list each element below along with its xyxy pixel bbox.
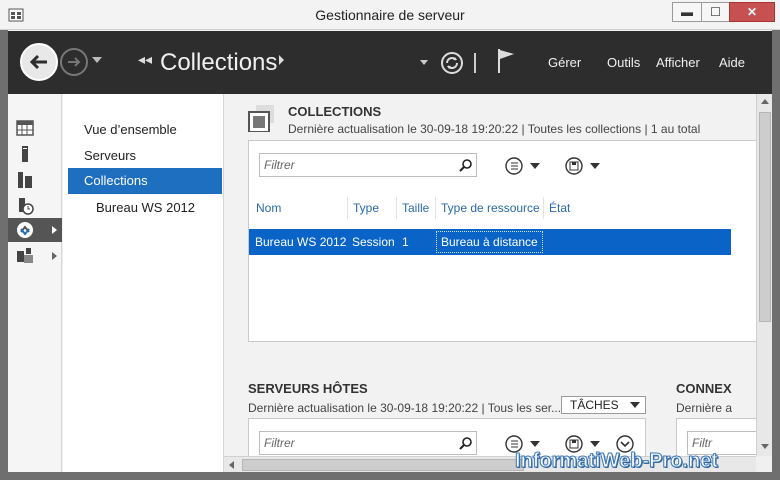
arrow-right-icon <box>68 57 81 67</box>
column-divider[interactable] <box>543 197 544 219</box>
collections-subtitle: Dernière actualisation le 30-09-18 19:20… <box>288 122 701 136</box>
menu-outils[interactable]: Outils <box>607 55 640 70</box>
column-divider[interactable] <box>396 197 397 219</box>
collections-title: COLLECTIONS <box>288 104 382 119</box>
column-header-nom[interactable]: Nom <box>256 201 281 215</box>
table-row[interactable]: Bureau WS 2012 Session 1 Bureau à distan… <box>249 229 731 255</box>
list-options-dropdown-icon[interactable] <box>530 441 540 447</box>
title-bar: Gestionnaire de serveur ▬ ☐ ✕ <box>0 0 780 30</box>
collections-panel: Filtrer Nom Type Taille Type de ressourc… <box>248 140 756 342</box>
column-header-taille[interactable]: Taille <box>402 201 429 215</box>
tasks-dropdown-icon <box>630 402 640 408</box>
collections-section-icon <box>248 105 274 132</box>
window-frame-bottom <box>0 472 780 480</box>
save-query-dropdown-icon[interactable] <box>590 163 600 169</box>
page-title: Collections <box>160 49 278 76</box>
save-query-icon[interactable] <box>565 157 583 175</box>
breadcrumb-next-icon[interactable] <box>279 55 284 65</box>
vertical-scrollbar[interactable] <box>756 94 772 456</box>
scroll-up-icon[interactable] <box>761 99 769 104</box>
refresh-icon[interactable] <box>440 51 464 75</box>
nav-panel: Vue d’ensemble Serveurs Collections Bure… <box>63 94 224 472</box>
connections-title: CONNEX <box>676 381 732 396</box>
expand-arrow-icon[interactable] <box>52 252 57 260</box>
breadcrumb-arrows[interactable]: ◂◂ <box>138 51 152 68</box>
rail-remote-desktop[interactable] <box>8 218 62 242</box>
rail-dashboard[interactable] <box>8 116 62 140</box>
back-button[interactable] <box>20 43 58 81</box>
dashboard-icon <box>16 120 34 136</box>
cell-taille: 1 <box>402 235 409 249</box>
tasks-label: TÂCHES <box>570 398 619 412</box>
menu-afficher[interactable]: Afficher <box>656 55 700 70</box>
nav-item-overview[interactable]: Vue d’ensemble <box>68 117 222 143</box>
column-divider[interactable] <box>435 197 436 219</box>
collections-filter-input[interactable]: Filtrer <box>259 153 477 177</box>
window-title: Gestionnaire de serveur <box>315 7 465 23</box>
watermark: InformatiWeb-Pro.net <box>515 450 719 473</box>
cell-type-ressource: Bureau à distance <box>436 231 543 253</box>
rail-storage-services[interactable] <box>8 244 62 268</box>
scroll-down-icon[interactable] <box>761 444 769 449</box>
nav-item-servers[interactable]: Serveurs <box>68 143 222 169</box>
left-rail <box>8 94 62 472</box>
forward-button[interactable] <box>60 48 88 76</box>
column-header-type-ressource[interactable]: Type de ressource <box>441 201 540 215</box>
tasks-button[interactable]: TÂCHES <box>561 396 646 414</box>
nav-item-collections[interactable]: Collections <box>68 168 222 194</box>
search-icon[interactable] <box>459 436 473 450</box>
nav-item-collection-bureau[interactable]: Bureau WS 2012 <box>68 195 222 221</box>
minimize-button[interactable]: ▬ <box>672 2 702 22</box>
list-options-icon[interactable] <box>505 157 523 175</box>
vertical-scroll-thumb[interactable] <box>759 112 771 322</box>
column-header-type[interactable]: Type <box>353 201 379 215</box>
remote-desktop-icon <box>17 222 33 238</box>
arrow-left-icon <box>29 54 47 70</box>
search-icon[interactable] <box>459 158 473 172</box>
connections-subtitle: Dernière a <box>676 401 733 415</box>
header-dropdown-icon[interactable] <box>420 60 428 65</box>
header-separator <box>474 53 476 73</box>
servers-icon <box>18 172 32 188</box>
history-dropdown-icon[interactable] <box>92 57 102 63</box>
cell-nom: Bureau WS 2012 <box>255 235 347 249</box>
column-header-etat[interactable]: État <box>549 201 570 215</box>
column-divider[interactable] <box>347 197 348 219</box>
maximize-button[interactable]: ☐ <box>701 2 730 22</box>
window-frame-left <box>0 30 8 480</box>
window-frame-right <box>772 30 780 480</box>
save-query-dropdown-icon[interactable] <box>590 441 600 447</box>
cell-type: Session <box>352 235 395 249</box>
rail-all-servers[interactable] <box>8 168 62 192</box>
header-bar: ◂◂ Collections Gérer Outils Afficher Aid… <box>8 31 772 94</box>
list-options-dropdown-icon[interactable] <box>530 163 540 169</box>
file-storage-icon <box>19 198 34 215</box>
rail-local-server[interactable] <box>8 142 62 166</box>
scroll-left-icon[interactable] <box>229 461 234 469</box>
hosts-title: SERVEURS HÔTES <box>248 381 368 396</box>
hosts-subtitle: Dernière actualisation le 30-09-18 19:20… <box>248 401 562 415</box>
menu-aide[interactable]: Aide <box>719 55 745 70</box>
storage-services-icon <box>17 248 33 263</box>
notification-flag-icon[interactable] <box>496 47 516 75</box>
menu-gerer[interactable]: Gérer <box>548 55 581 70</box>
rail-file-storage[interactable] <box>8 194 62 218</box>
horizontal-scroll-thumb[interactable] <box>242 459 524 471</box>
hosts-filter-input[interactable]: Filtrer <box>259 431 477 455</box>
server-icon <box>22 146 28 162</box>
close-button[interactable]: ✕ <box>729 2 775 22</box>
main-content: COLLECTIONS Dernière actualisation le 30… <box>224 94 756 456</box>
expand-arrow-icon[interactable] <box>52 226 57 234</box>
